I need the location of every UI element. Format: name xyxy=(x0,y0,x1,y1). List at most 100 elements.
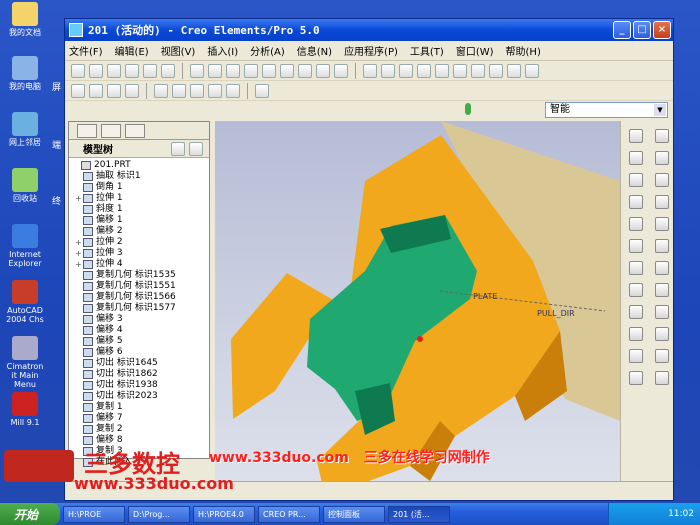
save-icon[interactable] xyxy=(107,63,121,78)
title-bar[interactable]: 201 (活动的) - Creo Elements/Pro 5.0 _ □ × xyxy=(65,19,673,41)
csys-display-icon[interactable] xyxy=(208,83,222,98)
desktop-icon[interactable]: Internet Explorer xyxy=(3,224,47,268)
taskbar-window-button[interactable]: D:\Prog... xyxy=(128,505,190,523)
menu-item[interactable]: 信息(N) xyxy=(297,43,332,58)
datum-point-icon[interactable] xyxy=(655,151,669,165)
tree-item[interactable]: 201.PRT xyxy=(73,160,209,171)
merge-icon[interactable] xyxy=(629,327,643,341)
close-button[interactable]: × xyxy=(653,21,671,39)
start-button[interactable]: 开始 xyxy=(0,503,60,525)
menu-item[interactable]: 编辑(E) xyxy=(115,43,149,58)
tree-item[interactable]: + 拉伸 4 xyxy=(73,259,209,270)
tree-item[interactable]: 复制几何 标识1551 xyxy=(73,281,209,292)
revolve-icon[interactable] xyxy=(655,195,669,209)
minimize-button[interactable]: _ xyxy=(613,21,631,39)
tree-item[interactable]: 斜度 1 xyxy=(73,204,209,215)
datum-plane-display-icon[interactable] xyxy=(154,83,168,98)
point-display-icon[interactable] xyxy=(190,83,204,98)
layers-icon[interactable] xyxy=(507,63,521,78)
tree-item[interactable]: 偏移 6 xyxy=(73,347,209,358)
open-file-icon[interactable] xyxy=(89,63,103,78)
tree-settings-icon[interactable] xyxy=(171,141,185,156)
tree-item[interactable]: + 拉伸 1 xyxy=(73,193,209,204)
expand-toggle-icon[interactable]: + xyxy=(75,237,83,248)
pattern-icon[interactable] xyxy=(629,305,643,319)
view-manager-icon[interactable] xyxy=(525,63,539,78)
trim-icon[interactable] xyxy=(655,327,669,341)
zoom-out-icon[interactable] xyxy=(435,63,449,78)
thicken-icon[interactable] xyxy=(655,349,669,363)
tab-favorites[interactable] xyxy=(125,124,145,138)
desktop-icon[interactable]: 我的电脑 xyxy=(3,56,47,91)
menu-item[interactable]: 插入(I) xyxy=(207,43,238,58)
desktop-icon[interactable]: Mill 9.1 xyxy=(3,392,47,427)
regenerate-icon[interactable] xyxy=(298,63,312,78)
paste-icon[interactable] xyxy=(262,63,276,78)
spin-center-icon[interactable] xyxy=(381,63,395,78)
expand-toggle-icon[interactable]: + xyxy=(75,193,83,204)
menu-item[interactable]: 文件(F) xyxy=(69,43,103,58)
select-box-icon[interactable] xyxy=(334,63,348,78)
email-icon[interactable] xyxy=(143,63,157,78)
tree-item[interactable]: 复制 2 xyxy=(73,424,209,435)
draft-icon[interactable] xyxy=(655,261,669,275)
chevron-down-icon[interactable]: ▼ xyxy=(654,104,666,116)
rib-icon[interactable] xyxy=(629,261,643,275)
annotation-display-icon[interactable] xyxy=(226,83,240,98)
tree-item[interactable]: 复制几何 标识1535 xyxy=(73,270,209,281)
tree-item[interactable]: 偏移 7 xyxy=(73,413,209,424)
desktop-icon[interactable]: Cimatron it Main Menu xyxy=(3,336,47,389)
tree-item[interactable]: 抽取 标识1 xyxy=(73,171,209,182)
csys-icon[interactable] xyxy=(629,173,643,187)
solidify-icon[interactable] xyxy=(629,371,643,385)
offset-icon[interactable] xyxy=(629,349,643,363)
chamfer-icon[interactable] xyxy=(655,283,669,297)
creo-window[interactable]: 201 (活动的) - Creo Elements/Pro 5.0 _ □ × … xyxy=(64,18,674,501)
maximize-button[interactable]: □ xyxy=(633,21,651,39)
desktop-icon[interactable]: 网上邻居 xyxy=(3,112,47,147)
redo-icon[interactable] xyxy=(208,63,222,78)
sweep-icon[interactable] xyxy=(629,217,643,231)
orient-mode-icon[interactable] xyxy=(399,63,413,78)
selection-filter-select[interactable]: 智能 ▼ xyxy=(545,102,668,118)
blend-icon[interactable] xyxy=(655,217,669,231)
undo-icon[interactable] xyxy=(190,63,204,78)
tree-item[interactable]: 切出 标识1862 xyxy=(73,369,209,380)
reorient-icon[interactable] xyxy=(471,63,485,78)
mirror-icon[interactable] xyxy=(655,305,669,319)
taskbar-window-button[interactable]: H:\PROE xyxy=(63,505,125,523)
tree-item[interactable]: 偏移 2 xyxy=(73,226,209,237)
tree-item[interactable]: 切出 标识1938 xyxy=(73,380,209,391)
tree-item[interactable]: + 拉伸 2 xyxy=(73,237,209,248)
copy-icon[interactable] xyxy=(244,63,258,78)
saved-views-icon[interactable] xyxy=(489,63,503,78)
session-icon[interactable] xyxy=(161,63,175,78)
wireframe-icon[interactable] xyxy=(71,83,85,98)
tab-model-tree[interactable] xyxy=(77,124,97,138)
find-icon[interactable] xyxy=(316,63,330,78)
taskbar-window-button[interactable]: CREO PR... xyxy=(258,505,320,523)
menu-item[interactable]: 分析(A) xyxy=(250,43,285,58)
tab-folder-browser[interactable] xyxy=(101,124,121,138)
datum-axis-icon[interactable] xyxy=(655,129,669,143)
graphics-viewport[interactable]: PLATE PULL_DIR xyxy=(215,121,620,499)
tree-show-icon[interactable] xyxy=(189,141,203,156)
shading-icon[interactable] xyxy=(125,83,139,98)
extrude-icon[interactable] xyxy=(629,195,643,209)
new-file-icon[interactable] xyxy=(71,63,85,78)
tree-item[interactable]: 切出 标识2023 xyxy=(73,391,209,402)
cut-icon[interactable] xyxy=(226,63,240,78)
tree-item[interactable]: 偏移 5 xyxy=(73,336,209,347)
datum-curve-icon[interactable] xyxy=(629,151,643,165)
desktop-icon[interactable]: AutoCAD 2004 Chs xyxy=(3,280,47,324)
context-help-icon[interactable] xyxy=(255,83,269,98)
hidden-line-icon[interactable] xyxy=(89,83,103,98)
tree-item[interactable]: 切出 标识1645 xyxy=(73,358,209,369)
tree-item[interactable]: 复制 1 xyxy=(73,402,209,413)
zoom-in-icon[interactable] xyxy=(417,63,431,78)
tree-item[interactable]: 复制几何 标识1577 xyxy=(73,303,209,314)
repaint-icon[interactable] xyxy=(363,63,377,78)
tree-item[interactable]: 倒角 1 xyxy=(73,182,209,193)
expand-toggle-icon[interactable]: + xyxy=(75,248,83,259)
shell-icon[interactable] xyxy=(655,239,669,253)
